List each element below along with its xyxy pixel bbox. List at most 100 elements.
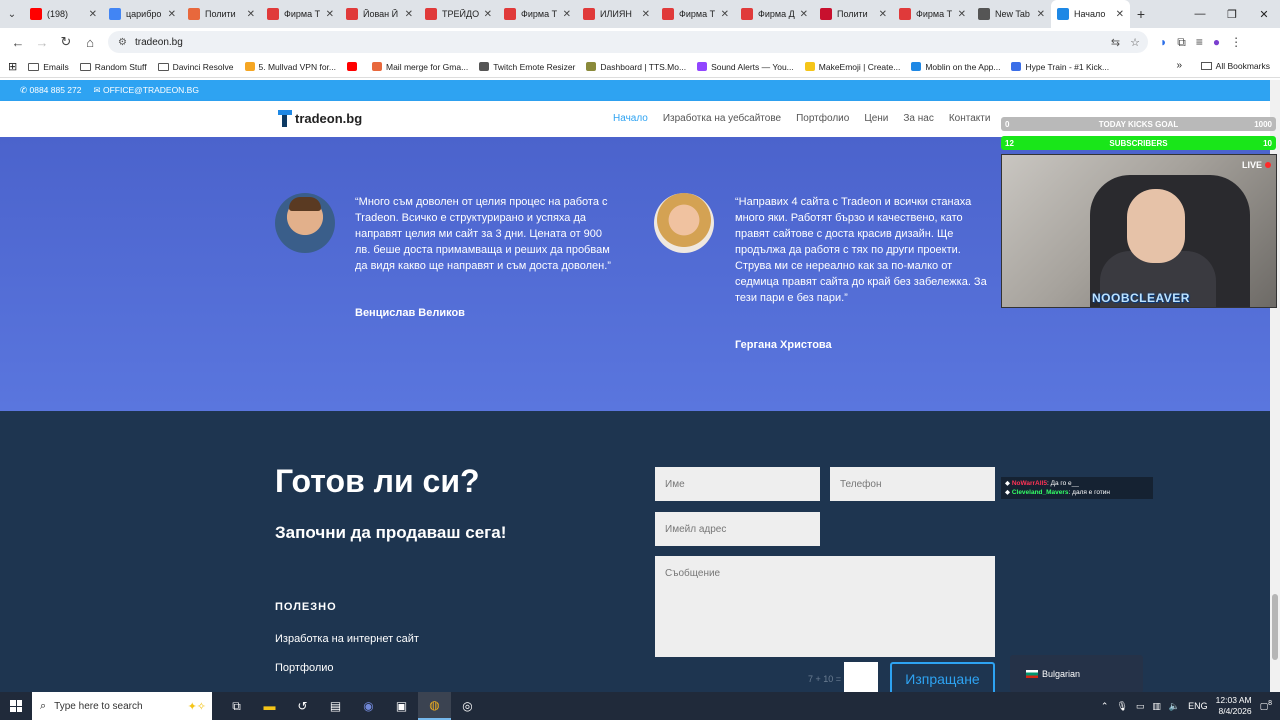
reload-icon[interactable]: ↻ bbox=[54, 34, 78, 50]
tab-close-icon[interactable]: ✕ bbox=[879, 9, 887, 20]
footer-link[interactable]: Изработка на интернет сайт bbox=[275, 633, 419, 645]
menu-item[interactable]: За нас bbox=[903, 113, 933, 124]
scrollbar-thumb[interactable] bbox=[1272, 594, 1278, 660]
browser-tab[interactable]: Полити ✕ bbox=[182, 0, 261, 28]
email-link[interactable]: ✉ OFFICE@TRADEON.BG bbox=[93, 85, 198, 96]
tab-close-icon[interactable]: ✕ bbox=[563, 9, 571, 20]
display-icon[interactable]: ▭ bbox=[1136, 701, 1145, 712]
apps-grid-icon[interactable]: ⊞ bbox=[8, 60, 17, 73]
browser-tab[interactable]: Начало ✕ bbox=[1051, 0, 1130, 28]
phone-input[interactable]: Телефон bbox=[830, 467, 995, 501]
menu-kebab-icon[interactable]: ⋮ bbox=[1230, 35, 1242, 50]
new-tab-button[interactable]: + bbox=[1130, 6, 1152, 22]
tab-close-icon[interactable]: ✕ bbox=[247, 9, 255, 20]
menu-item[interactable]: Портфолио bbox=[796, 113, 849, 124]
file-explorer-icon[interactable]: ▬ bbox=[253, 692, 286, 720]
language-switcher[interactable]: Bulgarian bbox=[1010, 655, 1143, 693]
phone-link[interactable]: ✆ 0884 885 272 bbox=[20, 85, 81, 96]
browser-tab[interactable]: царибро ✕ bbox=[103, 0, 182, 28]
tab-close-icon[interactable]: ✕ bbox=[642, 9, 650, 20]
send-button[interactable]: Изпращане bbox=[890, 662, 995, 692]
browser-tab[interactable]: Полити ✕ bbox=[814, 0, 893, 28]
bookmark-item[interactable]: MakeEmoji | Create... bbox=[804, 62, 900, 72]
bookmark-item[interactable]: Davinci Resolve bbox=[157, 62, 234, 72]
extension-icon[interactable]: ◗ bbox=[1160, 35, 1167, 50]
network-icon[interactable]: ▥ bbox=[1152, 701, 1161, 712]
minimize-icon[interactable]: — bbox=[1184, 0, 1216, 28]
taskbar-search[interactable]: ⌕ Type here to search ✦✧ bbox=[32, 692, 212, 720]
profile-avatar-icon[interactable]: ● bbox=[1213, 35, 1220, 50]
email-input[interactable]: Имейл адрес bbox=[655, 512, 820, 546]
tab-close-icon[interactable]: ✕ bbox=[958, 9, 966, 20]
url-bar[interactable]: ⚙ tradeon.bg ⇆ ☆ bbox=[108, 31, 1148, 53]
volume-icon[interactable]: 🔈 bbox=[1169, 701, 1180, 712]
chat-overlay: ◆ NoWarrAll5: Да го е__ ◆ Cleveland_Mave… bbox=[1001, 477, 1153, 499]
chrome-icon[interactable]: ◍ bbox=[418, 692, 451, 720]
bookmark-item[interactable]: Emails bbox=[28, 62, 69, 72]
notifications-icon[interactable]: ▢8 bbox=[1260, 700, 1272, 712]
tab-close-icon[interactable]: ✕ bbox=[89, 9, 97, 20]
browser-tab[interactable]: Фирма Д ✕ bbox=[735, 0, 814, 28]
clock[interactable]: 12:03 AM 8/4/2026 bbox=[1216, 695, 1252, 717]
close-window-icon[interactable]: ✕ bbox=[1248, 0, 1280, 28]
bookmark-item[interactable] bbox=[347, 62, 361, 72]
bookmark-item[interactable]: Random Stuff bbox=[79, 62, 147, 72]
bookmark-label: Emails bbox=[43, 61, 69, 72]
message-textarea[interactable]: Съобщение bbox=[655, 556, 995, 657]
tab-close-icon[interactable]: ✕ bbox=[1037, 9, 1045, 20]
browser-tab[interactable]: Фирма Т ✕ bbox=[261, 0, 340, 28]
tray-chevron-icon[interactable]: ⌃ bbox=[1101, 701, 1109, 712]
browser-tab[interactable]: ТРЕЙДО ✕ bbox=[419, 0, 498, 28]
start-button[interactable] bbox=[0, 692, 32, 720]
menu-item[interactable]: Изработка на уебсайтове bbox=[663, 113, 781, 124]
bookmark-item[interactable]: Moblin on the App... bbox=[911, 62, 1000, 72]
app-icon[interactable]: ▣ bbox=[385, 692, 418, 720]
task-view-icon[interactable]: ⧉ bbox=[220, 692, 253, 720]
bookmark-item[interactable]: Dashboard | TTS.Mo... bbox=[586, 62, 686, 72]
menu-item[interactable]: Начало bbox=[613, 113, 648, 124]
browser-tab[interactable]: Йован Й ✕ bbox=[340, 0, 419, 28]
all-bookmarks-button[interactable]: All Bookmarks bbox=[1200, 61, 1270, 71]
tab-close-icon[interactable]: ✕ bbox=[484, 9, 492, 20]
captcha-input[interactable] bbox=[844, 662, 878, 692]
input-language[interactable]: ENG bbox=[1188, 701, 1208, 711]
tab-close-icon[interactable]: ✕ bbox=[405, 9, 413, 20]
menu-item[interactable]: Цени bbox=[864, 113, 888, 124]
browser-tab[interactable]: (198) ✕ bbox=[24, 0, 103, 28]
bookmark-item[interactable]: Twitch Emote Resizer bbox=[479, 62, 575, 72]
site-info-icon[interactable]: ⚙ bbox=[118, 37, 127, 48]
menu-item[interactable]: Контакти bbox=[949, 113, 991, 124]
home-icon[interactable]: ⌂ bbox=[78, 35, 102, 50]
bookmark-item[interactable]: 5. Mullvad VPN for... bbox=[244, 62, 336, 72]
app-icon[interactable]: ▤ bbox=[319, 692, 352, 720]
browser-tab[interactable]: Фирма Т ✕ bbox=[498, 0, 577, 28]
extensions-puzzle-icon[interactable]: ⧉ bbox=[1177, 35, 1186, 50]
obs-icon[interactable]: ◎ bbox=[451, 692, 484, 720]
bookmark-star-icon[interactable]: ☆ bbox=[1130, 36, 1140, 49]
back-icon[interactable]: ← bbox=[6, 35, 30, 50]
browser-tab[interactable]: New Tab ✕ bbox=[972, 0, 1051, 28]
discord-icon[interactable]: ◉ bbox=[352, 692, 385, 720]
app-icon[interactable]: ↺ bbox=[286, 692, 319, 720]
restore-icon[interactable]: ❐ bbox=[1216, 0, 1248, 28]
browser-tab[interactable]: Фирма Т ✕ bbox=[656, 0, 735, 28]
forward-icon[interactable]: → bbox=[30, 35, 54, 50]
bookmark-item[interactable]: Sound Alerts — You... bbox=[697, 62, 794, 72]
tab-close-icon[interactable]: ✕ bbox=[168, 9, 176, 20]
footer-link[interactable]: Портфолио bbox=[275, 662, 334, 674]
bookmark-item[interactable]: Hype Train - #1 Kick... bbox=[1011, 62, 1109, 72]
media-icon[interactable]: ≡ bbox=[1196, 35, 1203, 50]
microphone-icon[interactable]: 🎙 bbox=[1116, 701, 1127, 712]
bookmarks-overflow-icon[interactable]: » bbox=[1176, 60, 1182, 71]
translate-icon[interactable]: ⇆ bbox=[1111, 36, 1120, 49]
tab-close-icon[interactable]: ✕ bbox=[326, 9, 334, 20]
bookmark-item[interactable]: Mail merge for Gma... bbox=[372, 62, 468, 72]
site-logo[interactable]: tradeon.bg bbox=[278, 110, 362, 127]
name-input[interactable]: Име bbox=[655, 467, 820, 501]
tab-search-icon[interactable]: ⌄ bbox=[0, 0, 24, 28]
browser-tab[interactable]: Фирма Т ✕ bbox=[893, 0, 972, 28]
browser-tab[interactable]: ИЛИЯН ✕ bbox=[577, 0, 656, 28]
tab-close-icon[interactable]: ✕ bbox=[800, 9, 808, 20]
tab-close-icon[interactable]: ✕ bbox=[1116, 9, 1124, 20]
tab-close-icon[interactable]: ✕ bbox=[721, 9, 729, 20]
